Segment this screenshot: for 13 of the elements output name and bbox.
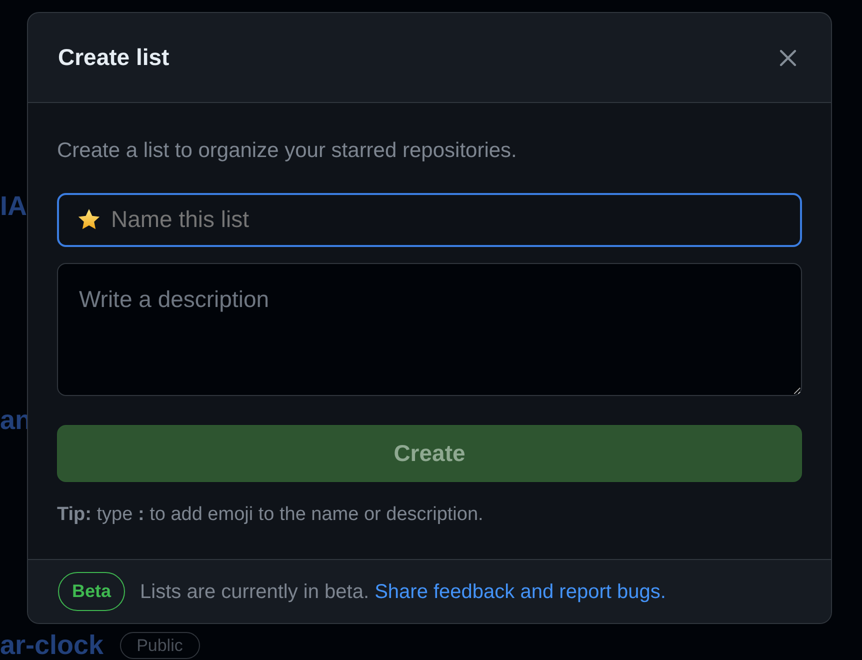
dialog-title: Create list [58, 43, 170, 72]
intro-text: Create a list to organize your starred repositories. [57, 138, 518, 164]
repository-name: ar-clock [0, 632, 104, 659]
tip-text: Tip: type : to add emoji to the name or description. [57, 502, 484, 526]
repository-name: IA [0, 192, 27, 222]
description-field[interactable]: Write a description [57, 262, 802, 396]
close-icon [779, 48, 797, 66]
star-icon [77, 208, 101, 230]
name-field[interactable]: Name this list [57, 192, 802, 246]
beta-label: Beta [58, 572, 126, 611]
feedback-link[interactable]: Share feedback and report bugs. [374, 580, 666, 602]
beta-notice: Lists are currently in beta. Share feedback and report bugs. [140, 580, 666, 604]
visibility-label: Public [120, 632, 200, 659]
